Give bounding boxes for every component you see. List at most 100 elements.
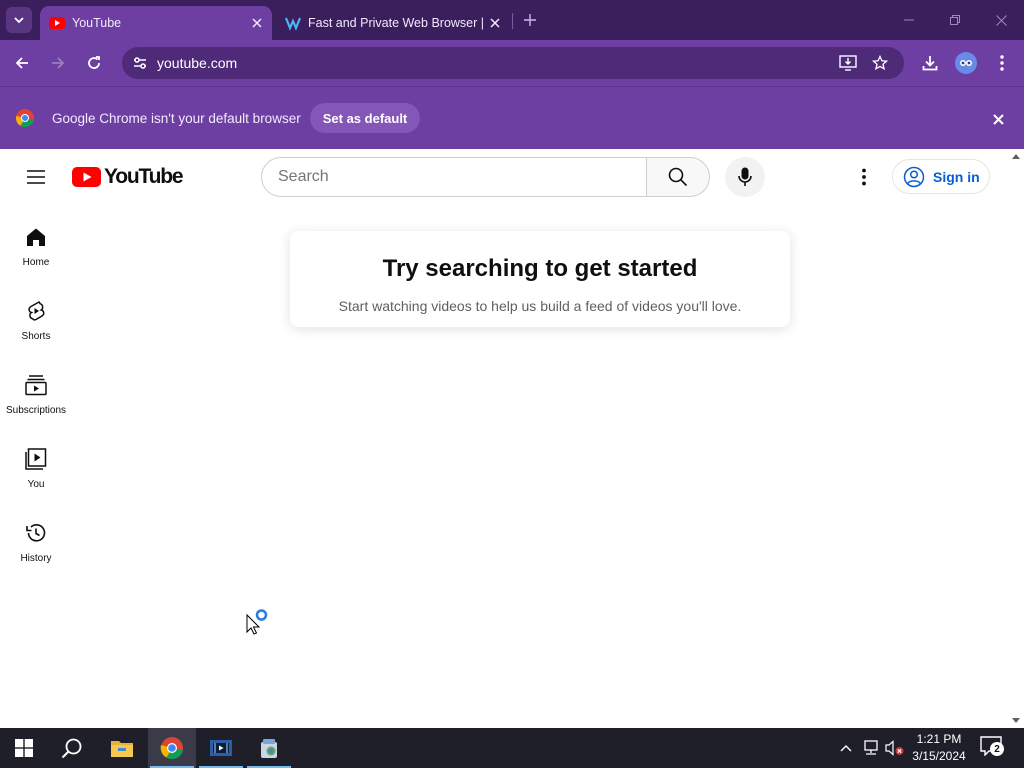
tray-network[interactable]: [861, 738, 881, 758]
close-icon: [992, 113, 1004, 125]
tab-search-button[interactable]: [6, 7, 32, 33]
youtube-wordmark: YouTube: [104, 165, 184, 188]
scroll-down-arrow[interactable]: [1012, 718, 1020, 724]
more-vert-icon: [862, 168, 866, 186]
scroll-up-arrow[interactable]: [1012, 153, 1020, 159]
close-icon: [995, 14, 1007, 26]
youtube-icon: [49, 15, 65, 31]
search-icon: [668, 167, 688, 187]
empty-state-card: Try searching to get started Start watch…: [290, 231, 790, 327]
restore-button[interactable]: [943, 6, 967, 34]
guide-item-subscriptions[interactable]: Subscriptions: [0, 361, 72, 435]
home-icon: [24, 225, 48, 249]
arrow-right-icon: [52, 57, 65, 69]
guide-item-history[interactable]: History: [0, 509, 72, 583]
new-tab-button[interactable]: [520, 10, 540, 30]
downloads-button[interactable]: [917, 50, 943, 76]
shorts-icon: [24, 299, 48, 323]
back-button[interactable]: [9, 50, 35, 76]
search-button[interactable]: [646, 157, 710, 197]
tab-youtube[interactable]: YouTube: [40, 6, 272, 40]
search-box: [261, 157, 647, 197]
clock-date: 3/15/2024: [912, 749, 966, 763]
action-center-button[interactable]: 2: [980, 736, 1006, 760]
sign-in-label: Sign in: [933, 168, 980, 185]
tray-volume[interactable]: [885, 738, 905, 758]
forward-button[interactable]: [45, 50, 71, 76]
taskbar-installer[interactable]: [245, 728, 293, 768]
close-icon[interactable]: [486, 14, 504, 32]
taskbar-search-button[interactable]: [48, 728, 96, 768]
plus-icon: [524, 14, 536, 26]
microphone-icon: [738, 167, 752, 186]
installer-icon: [261, 739, 277, 758]
chrome-menu-button[interactable]: [989, 50, 1015, 76]
subscriptions-icon: [24, 373, 48, 397]
guide-label: Home: [22, 257, 50, 268]
window-close-button[interactable]: [989, 6, 1013, 34]
install-app-button[interactable]: [836, 51, 860, 75]
youtube-logo[interactable]: YouTube: [72, 165, 184, 188]
bookmark-button[interactable]: [868, 51, 892, 75]
url-text: youtube.com: [157, 55, 238, 71]
file-explorer-icon: [111, 741, 133, 757]
busy-cursor-icon: [246, 609, 268, 635]
maxthon-icon: [285, 15, 301, 31]
reload-button[interactable]: [81, 50, 107, 76]
infobar-message: Google Chrome isn't your default browser: [52, 111, 301, 126]
download-icon: [922, 56, 938, 71]
taskbar-video-editor[interactable]: [197, 728, 245, 768]
avatar-icon: [960, 60, 972, 66]
site-info-button[interactable]: [128, 51, 152, 75]
default-browser-infobar: Google Chrome isn't your default browser…: [0, 86, 1024, 149]
tab-separator: [512, 13, 513, 29]
guide-item-shorts[interactable]: Shorts: [0, 287, 72, 361]
account-circle-icon: [903, 166, 925, 188]
start-button[interactable]: [0, 728, 48, 768]
chrome-icon: [16, 109, 34, 127]
minimize-button[interactable]: [897, 6, 921, 34]
youtube-play-icon: [72, 167, 101, 187]
close-icon[interactable]: [248, 14, 266, 32]
tab-title: YouTube: [72, 16, 122, 30]
arrow-left-icon: [15, 57, 28, 69]
star-icon: [872, 55, 888, 71]
tab-strip: YouTube Fast and Private Web Browser |: [0, 0, 1024, 40]
guide-label: History: [20, 553, 52, 564]
taskbar-clock[interactable]: 1:21 PM 3/15/2024: [906, 731, 972, 765]
search-input[interactable]: [262, 158, 646, 196]
volume-muted-icon: [885, 740, 904, 756]
notification-count: 2: [990, 742, 1004, 756]
guide-label: Subscriptions: [5, 405, 67, 416]
settings-menu-button[interactable]: [852, 165, 876, 189]
guide-label: Shorts: [21, 331, 51, 342]
tray-overflow-button[interactable]: [836, 738, 856, 758]
browser-toolbar: youtube.com: [0, 40, 1024, 86]
profile-avatar[interactable]: [955, 52, 977, 74]
more-vert-icon: [1000, 55, 1004, 71]
chevron-up-icon: [840, 745, 852, 752]
network-icon: [864, 740, 878, 755]
youtube-page: YouTube Sign in Home Shorts: [0, 149, 1024, 728]
guide-menu-button[interactable]: [22, 165, 50, 189]
guide-item-you[interactable]: You: [0, 435, 72, 509]
guide-item-home[interactable]: Home: [0, 213, 72, 287]
voice-search-button[interactable]: [725, 157, 765, 197]
taskbar-file-explorer[interactable]: [98, 728, 146, 768]
video-editor-icon: [210, 740, 232, 756]
history-icon: [24, 521, 48, 545]
start-icon: [15, 739, 33, 757]
hamburger-icon: [27, 170, 45, 184]
sign-in-button[interactable]: Sign in: [892, 159, 990, 194]
restore-icon: [950, 15, 960, 25]
infobar-close-button[interactable]: [988, 109, 1008, 129]
windows-taskbar: 1:21 PM 3/15/2024 2: [0, 728, 1024, 768]
tab-title: Fast and Private Web Browser |: [308, 16, 485, 30]
set-default-button[interactable]: Set as default: [310, 103, 420, 133]
chrome-icon: [160, 737, 183, 760]
reload-icon: [88, 56, 100, 69]
tab-maxthon[interactable]: Fast and Private Web Browser |: [276, 6, 510, 40]
address-bar[interactable]: youtube.com: [122, 47, 904, 79]
you-icon: [24, 447, 48, 471]
taskbar-chrome[interactable]: [148, 728, 196, 768]
